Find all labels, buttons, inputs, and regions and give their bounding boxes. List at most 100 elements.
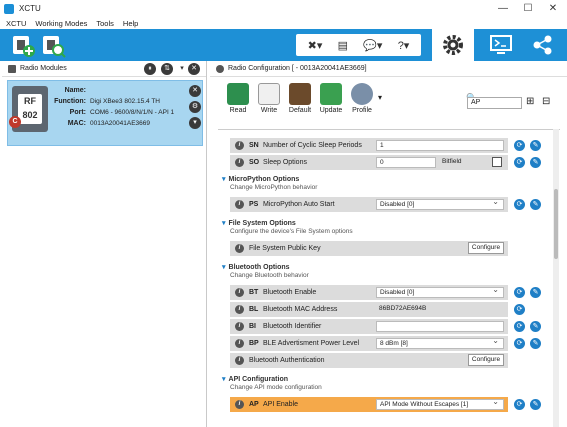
info-icon[interactable]: i <box>235 356 244 365</box>
section-bluetooth[interactable]: Bluetooth Options <box>222 263 290 271</box>
remove-all-button[interactable]: ✕ <box>188 63 200 75</box>
write-param-icon[interactable]: ✎ <box>530 199 541 210</box>
info-icon[interactable]: i <box>235 141 244 150</box>
radio-configuration-title: Radio Configuration [ - 0013A20041AE3669… <box>228 65 367 72</box>
close-button[interactable]: ✕ <box>541 0 565 17</box>
name-label: Name: <box>64 87 86 94</box>
info-icon[interactable]: i <box>235 400 244 409</box>
param-row-ps: i PS MicroPython Auto Start Disabled [0] <box>230 197 508 212</box>
read-param-icon[interactable]: ⟳ <box>514 321 525 332</box>
info-icon[interactable]: i <box>235 305 244 314</box>
menu-bar: XCTU Working Modes Tools Help <box>0 17 567 29</box>
write-param-icon[interactable]: ✎ <box>530 140 541 151</box>
bl-value: 86BD72AE694B <box>379 305 427 312</box>
bp-value-select[interactable]: 8 dBm [8] <box>376 336 504 349</box>
xctu-app-icon <box>4 3 14 14</box>
menu-help[interactable]: Help <box>123 19 138 28</box>
configure-fs-key-button[interactable]: Configure <box>468 242 504 254</box>
read-label: Read <box>229 107 247 114</box>
discover-devices-button[interactable] <box>40 32 66 58</box>
info-icon[interactable]: i <box>235 339 244 348</box>
profile-dropdown-icon[interactable]: ▾ <box>378 93 382 102</box>
network-icon <box>533 35 552 55</box>
param-name: API Enable <box>263 401 299 408</box>
section-micropython[interactable]: MicroPython Options <box>222 175 300 183</box>
sort-button[interactable]: ⇅ <box>161 63 173 75</box>
read-param-icon[interactable]: ⟳ <box>514 304 525 315</box>
filter-button[interactable]: ⏸ <box>144 63 156 75</box>
write-param-icon[interactable]: ✎ <box>530 287 541 298</box>
param-row-fs-key: i File System Public Key Configure <box>230 241 508 256</box>
section-api[interactable]: API Configuration <box>222 375 289 383</box>
update-button[interactable]: Update <box>317 81 345 114</box>
write-param-icon[interactable]: ✎ <box>530 157 541 168</box>
bt-value-select[interactable]: Disabled [0] <box>376 285 504 298</box>
param-row-ap: i AP API Enable API Mode Without Escapes… <box>230 397 508 412</box>
window-title: XCTU <box>19 4 41 13</box>
read-param-icon[interactable]: ⟳ <box>514 199 525 210</box>
configure-bt-auth-button[interactable]: Configure <box>468 354 504 366</box>
frames-icon[interactable]: ▤ <box>338 39 348 52</box>
minimize-button[interactable]: — <box>491 0 515 17</box>
read-param-icon[interactable]: ⟳ <box>514 338 525 349</box>
write-param-icon[interactable]: ✎ <box>530 399 541 410</box>
default-button[interactable]: Default <box>286 81 314 114</box>
param-row-bi: i BI Bluetooth Identifier <box>230 319 508 334</box>
info-icon[interactable]: i <box>235 158 244 167</box>
default-label: Default <box>288 107 312 114</box>
calculator-icon[interactable] <box>492 157 502 167</box>
collapse-all-icon[interactable]: ⊟ <box>542 96 550 107</box>
ap-value-select[interactable]: API Mode Without Escapes [1] <box>376 397 504 410</box>
add-device-icon <box>13 36 35 57</box>
read-param-icon[interactable]: ⟳ <box>514 399 525 410</box>
expand-radio-button[interactable]: ▾ <box>189 117 201 129</box>
info-icon[interactable]: i <box>235 200 244 209</box>
add-device-button[interactable] <box>10 32 36 58</box>
profile-button[interactable]: Profile <box>348 81 376 114</box>
menu-tools[interactable]: Tools <box>96 19 114 28</box>
remove-radio-button[interactable]: ✕ <box>189 85 201 97</box>
param-name: Number of Cyclic Sleep Periods <box>263 142 362 149</box>
radio-info: Name: Function: Digi XBee3 802.15.4 TH Po… <box>52 85 174 129</box>
section-micropython-desc: Change MicroPython behavior <box>230 184 318 191</box>
network-mode-button[interactable] <box>530 33 556 57</box>
write-param-icon[interactable]: ✎ <box>530 338 541 349</box>
ps-value-select[interactable]: Disabled [0] <box>376 197 504 210</box>
read-param-icon[interactable]: ⟳ <box>514 287 525 298</box>
read-param-icon[interactable]: ⟳ <box>514 157 525 168</box>
bitfield-label: Bitfield <box>442 158 462 165</box>
param-row-sn: i SN Number of Cyclic Sleep Periods 1 <box>230 138 508 153</box>
section-file-system[interactable]: File System Options <box>222 219 296 227</box>
so-value-input[interactable]: 0 <box>376 157 436 168</box>
search-input[interactable]: AP <box>467 97 522 109</box>
read-param-icon[interactable]: ⟳ <box>514 140 525 151</box>
help-icon[interactable]: ?▾ <box>398 39 410 52</box>
menu-working-modes[interactable]: Working Modes <box>35 19 87 28</box>
write-button[interactable]: Write <box>255 81 283 114</box>
dropdown-icon[interactable]: ▾ <box>176 63 188 75</box>
radio-module-card[interactable]: RF 802 C Name: Function: Digi XBee3 802.15… <box>7 80 203 146</box>
bi-value-input[interactable] <box>376 321 504 332</box>
chat-icon[interactable]: 💬▾ <box>363 39 382 52</box>
param-code: BL <box>249 306 259 313</box>
read-button[interactable]: Read <box>224 81 252 114</box>
mac-label: MAC: <box>67 120 86 127</box>
write-label: Write <box>260 107 278 114</box>
configuration-mode-button[interactable] <box>432 29 474 61</box>
settings-scrollbar[interactable] <box>553 129 559 427</box>
gear-icon <box>443 35 463 55</box>
tools-icon[interactable]: ✖▾ <box>308 39 323 52</box>
console-mode-button[interactable] <box>488 33 514 57</box>
read-icon <box>227 83 249 105</box>
scrollbar-thumb[interactable] <box>554 189 558 259</box>
maximize-button[interactable]: ☐ <box>516 0 540 17</box>
expand-all-icon[interactable]: ⊞ <box>526 96 534 107</box>
radio-info-button[interactable]: ⚙ <box>189 101 201 113</box>
info-icon[interactable]: i <box>235 244 244 253</box>
write-param-icon[interactable]: ✎ <box>530 321 541 332</box>
menu-xctu[interactable]: XCTU <box>6 19 26 28</box>
info-icon[interactable]: i <box>235 288 244 297</box>
info-icon[interactable]: i <box>235 322 244 331</box>
sn-value-input[interactable]: 1 <box>376 140 504 151</box>
radio-module-image: RF 802 C <box>9 86 48 132</box>
